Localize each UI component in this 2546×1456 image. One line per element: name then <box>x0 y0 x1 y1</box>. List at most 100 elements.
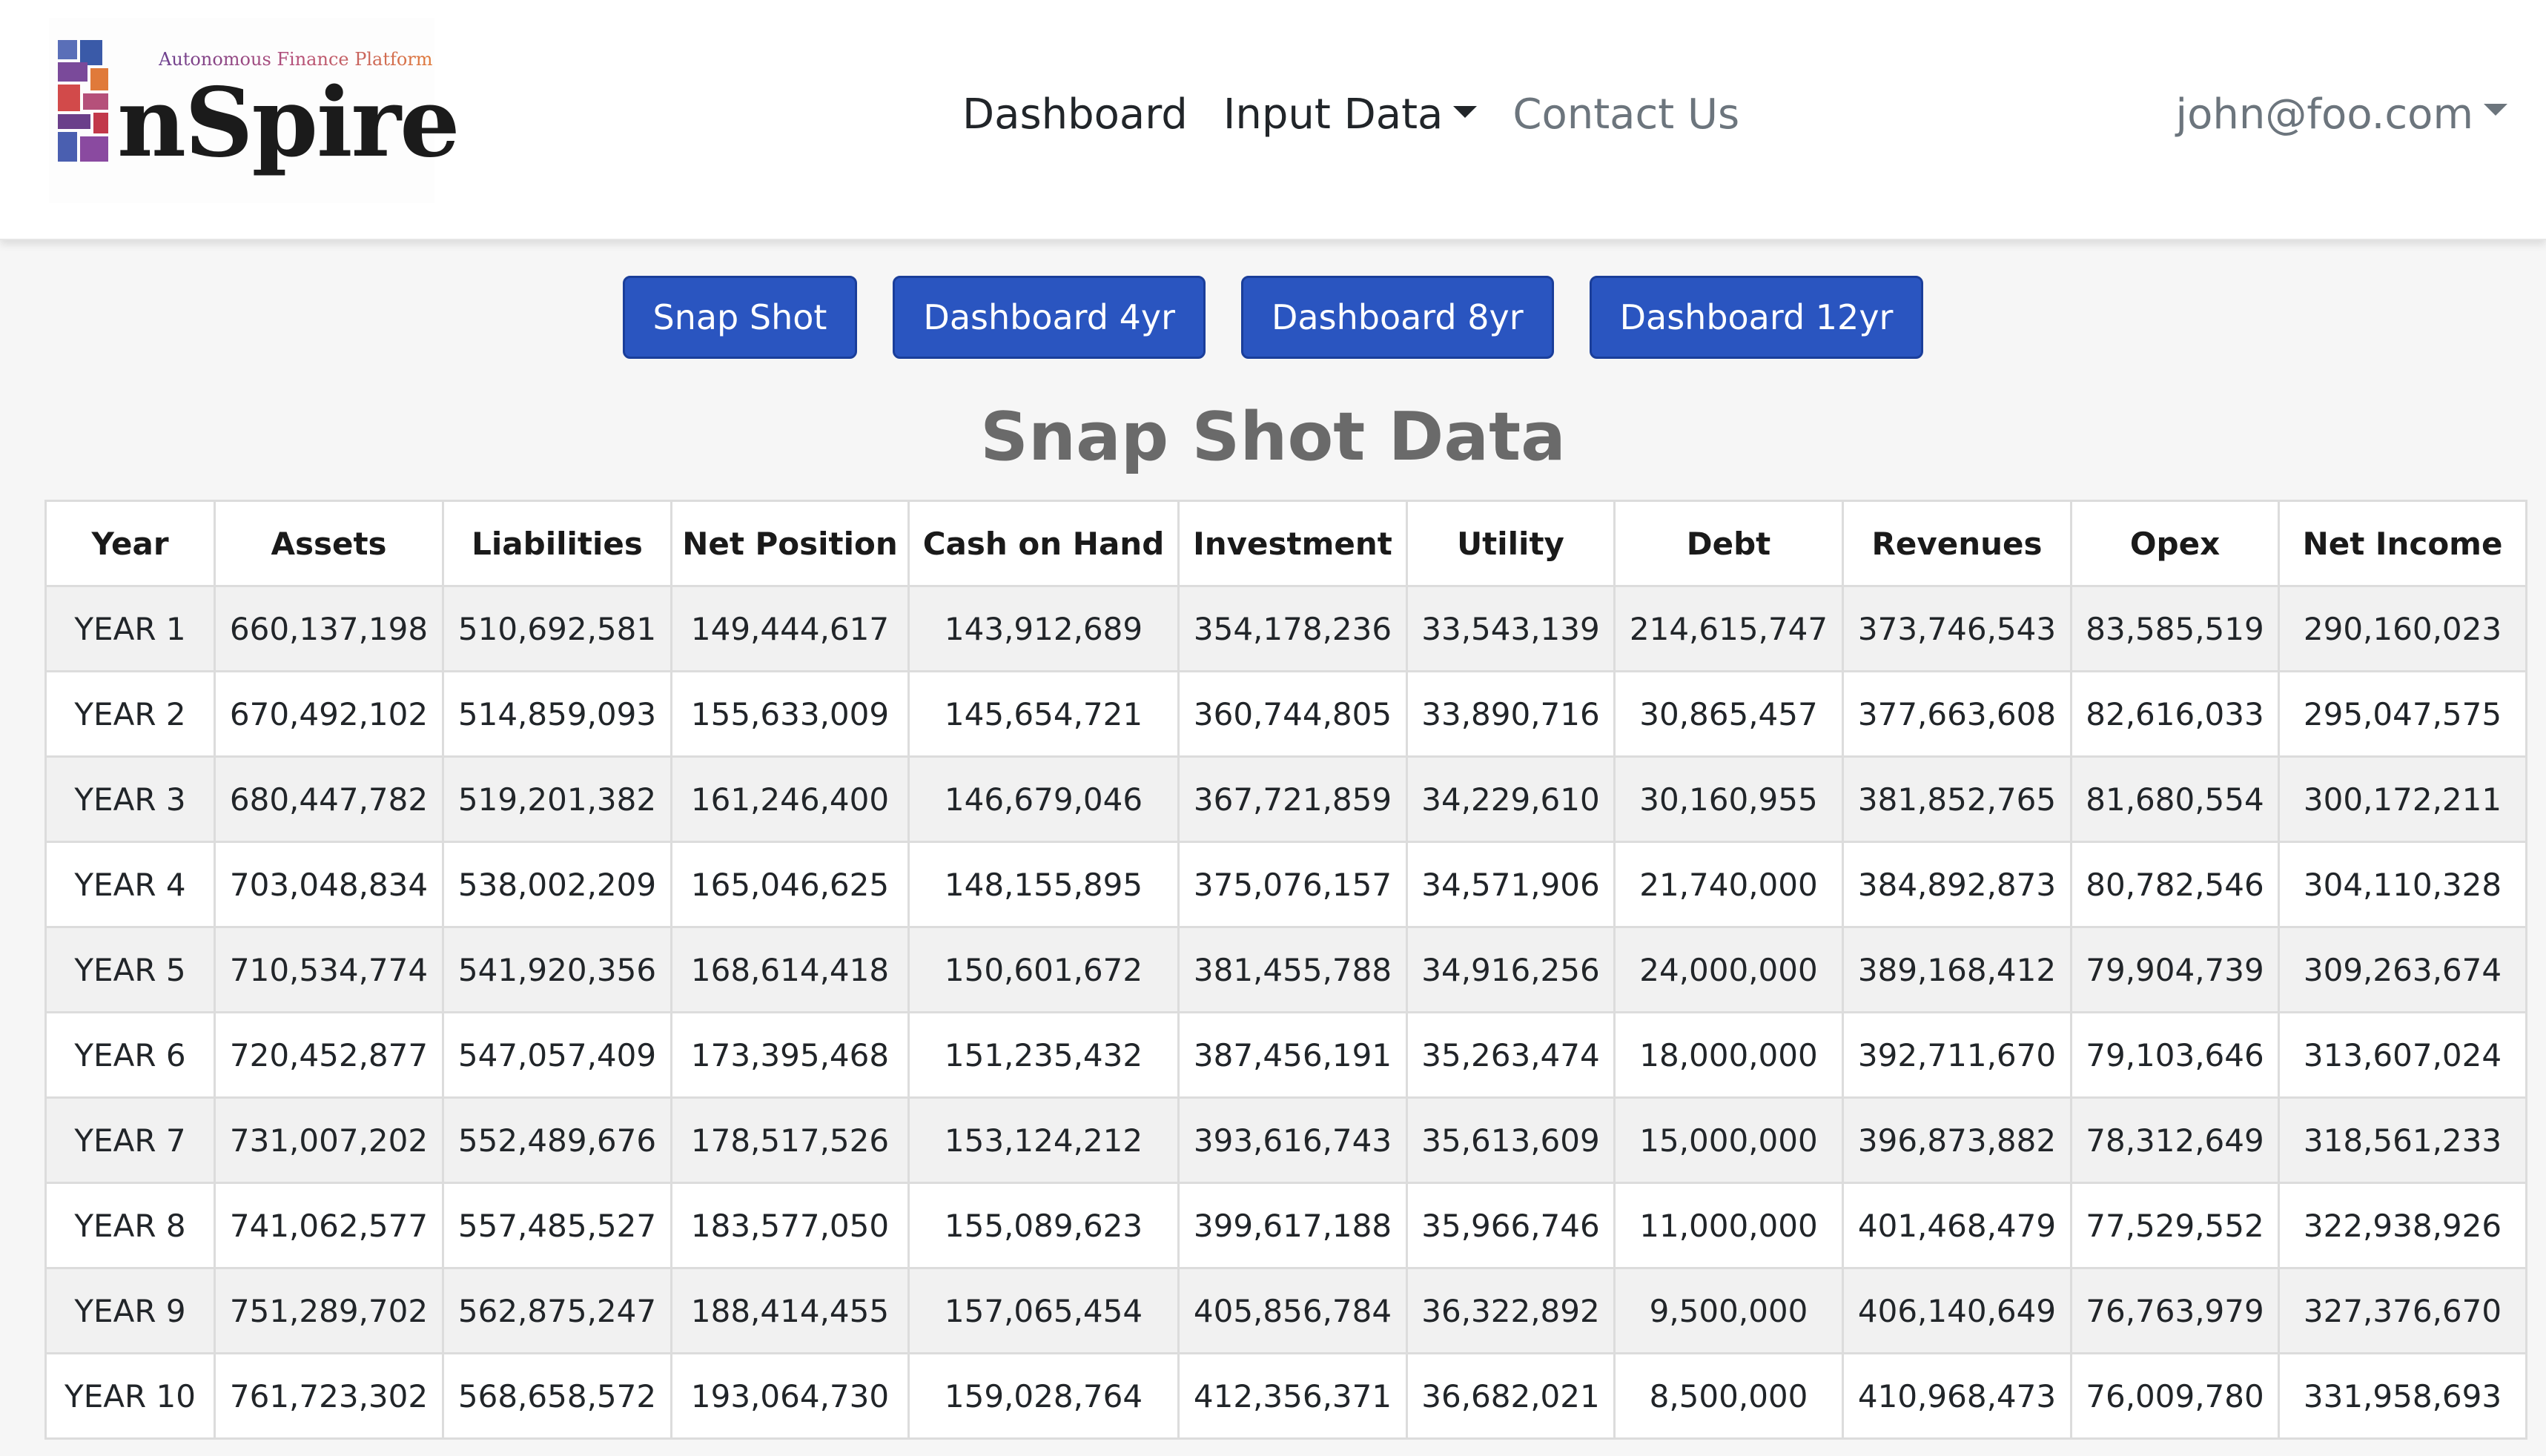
table-cell: 76,763,979 <box>2070 1267 2280 1354</box>
table-cell: 78,312,649 <box>2070 1096 2280 1184</box>
column-header-investment[interactable]: Investment <box>1177 500 1408 587</box>
table-cell: 384,892,873 <box>1842 841 2072 928</box>
view-button-group: Snap Shot Dashboard 4yr Dashboard 8yr Da… <box>0 276 2546 359</box>
table-cell: 405,856,784 <box>1177 1267 1408 1354</box>
table-cell: 510,692,581 <box>442 585 672 672</box>
table-cell: 412,356,371 <box>1177 1352 1408 1440</box>
table-cell: 143,912,689 <box>907 585 1180 672</box>
table-cell: 150,601,672 <box>907 926 1180 1013</box>
table-cell: 155,089,623 <box>907 1182 1180 1269</box>
table-cell: 710,534,774 <box>214 926 444 1013</box>
table-cell: 393,616,743 <box>1177 1096 1408 1184</box>
dashboard-12yr-button[interactable]: Dashboard 12yr <box>1589 276 1924 359</box>
column-header-opex[interactable]: Opex <box>2070 500 2280 587</box>
table-cell: 157,065,454 <box>907 1267 1180 1354</box>
table-cell: 36,682,021 <box>1406 1352 1616 1440</box>
table-cell: 360,744,805 <box>1177 670 1408 758</box>
table-cell: 183,577,050 <box>670 1182 910 1269</box>
table-cell: 80,782,546 <box>2070 841 2280 928</box>
table-cell: 541,920,356 <box>442 926 672 1013</box>
table-row: YEAR 3 680,447,782 519,201,382 161,246,400 1… <box>44 755 2527 843</box>
user-menu-dropdown[interactable]: john@foo.com <box>2176 87 2507 141</box>
table-cell: 35,613,609 <box>1406 1096 1616 1184</box>
table-cell: 151,235,432 <box>907 1011 1180 1099</box>
nav-input-data-label: Input Data <box>1223 90 1444 139</box>
table-cell: 392,711,670 <box>1842 1011 2072 1099</box>
table-cell: 35,966,746 <box>1406 1182 1616 1269</box>
table-cell: 377,663,608 <box>1842 670 2072 758</box>
table-cell: 381,455,788 <box>1177 926 1408 1013</box>
table-cell: 381,852,765 <box>1842 755 2072 843</box>
table-cell: 159,028,764 <box>907 1352 1180 1440</box>
table-cell: 731,007,202 <box>214 1096 444 1184</box>
brand-logo[interactable]: Autonomous Finance Platform nSpire <box>49 18 460 203</box>
table-cell: 399,617,188 <box>1177 1182 1408 1269</box>
dashboard-4yr-button[interactable]: Dashboard 4yr <box>893 276 1206 359</box>
table-cell: 367,721,859 <box>1177 755 1408 843</box>
nav-input-data-dropdown[interactable]: Input Data <box>1223 90 1478 139</box>
snapshot-table-container: Year Assets Liabilities Net Position Cash on… <box>44 500 2527 1440</box>
table-cell: 354,178,236 <box>1177 585 1408 672</box>
table-header: Year Assets Liabilities Net Position Cash on… <box>44 500 2527 587</box>
table-row: YEAR 8 741,062,577 557,485,527 183,577,050 1… <box>44 1182 2527 1269</box>
table-cell: 35,263,474 <box>1406 1011 1616 1099</box>
chevron-down-icon <box>2484 104 2507 116</box>
year-cell: YEAR 8 <box>44 1182 216 1269</box>
logo-mosaic-icon <box>58 40 108 162</box>
table-cell: 660,137,198 <box>214 585 444 672</box>
snap-shot-button[interactable]: Snap Shot <box>622 276 858 359</box>
main-nav: Dashboard Input Data Contact Us <box>962 87 1739 141</box>
dashboard-8yr-button[interactable]: Dashboard 8yr <box>1241 276 1554 359</box>
year-cell: YEAR 2 <box>44 670 216 758</box>
table-cell: 514,859,093 <box>442 670 672 758</box>
table-cell: 82,616,033 <box>2070 670 2280 758</box>
table-cell: 34,916,256 <box>1406 926 1616 1013</box>
column-header-liabilities[interactable]: Liabilities <box>442 500 672 587</box>
table-cell: 146,679,046 <box>907 755 1180 843</box>
table-cell: 18,000,000 <box>1613 1011 1844 1099</box>
column-header-utility[interactable]: Utility <box>1406 500 1616 587</box>
table-cell: 33,543,139 <box>1406 585 1616 672</box>
table-cell: 331,958,693 <box>2278 1352 2527 1440</box>
table-cell: 149,444,617 <box>670 585 910 672</box>
table-header-row: Year Assets Liabilities Net Position Cash on… <box>44 500 2527 587</box>
table-cell: 34,571,906 <box>1406 841 1616 928</box>
column-header-cash-on-hand[interactable]: Cash on Hand <box>907 500 1180 587</box>
table-cell: 30,160,955 <box>1613 755 1844 843</box>
table-cell: 552,489,676 <box>442 1096 672 1184</box>
column-header-net-position[interactable]: Net Position <box>670 500 910 587</box>
column-header-revenues[interactable]: Revenues <box>1842 500 2072 587</box>
table-cell: 670,492,102 <box>214 670 444 758</box>
table-cell: 168,614,418 <box>670 926 910 1013</box>
nav-contact-us[interactable]: Contact Us <box>1512 90 1739 139</box>
table-row: YEAR 6 720,452,877 547,057,409 173,395,468 1… <box>44 1011 2527 1099</box>
table-cell: 387,456,191 <box>1177 1011 1408 1099</box>
table-cell: 290,160,023 <box>2278 585 2527 672</box>
table-cell: 188,414,455 <box>670 1267 910 1354</box>
table-cell: 161,246,400 <box>670 755 910 843</box>
table-cell: 568,658,572 <box>442 1352 672 1440</box>
table-cell: 34,229,610 <box>1406 755 1616 843</box>
table-cell: 396,873,882 <box>1842 1096 2072 1184</box>
table-cell: 77,529,552 <box>2070 1182 2280 1269</box>
table-cell: 375,076,157 <box>1177 841 1408 928</box>
year-cell: YEAR 1 <box>44 585 216 672</box>
table-cell: 153,124,212 <box>907 1096 1180 1184</box>
column-header-assets[interactable]: Assets <box>214 500 444 587</box>
table-cell: 304,110,328 <box>2278 841 2527 928</box>
year-cell: YEAR 3 <box>44 755 216 843</box>
table-cell: 79,103,646 <box>2070 1011 2280 1099</box>
table-cell: 36,322,892 <box>1406 1267 1616 1354</box>
table-cell: 318,561,233 <box>2278 1096 2527 1184</box>
table-row: YEAR 4 703,048,834 538,002,209 165,046,625 1… <box>44 841 2527 928</box>
table-cell: 21,740,000 <box>1613 841 1844 928</box>
year-cell: YEAR 6 <box>44 1011 216 1099</box>
table-cell: 30,865,457 <box>1613 670 1844 758</box>
column-header-net-income[interactable]: Net Income <box>2278 500 2527 587</box>
year-cell: YEAR 10 <box>44 1352 216 1440</box>
table-cell: 24,000,000 <box>1613 926 1844 1013</box>
column-header-year[interactable]: Year <box>44 500 216 587</box>
column-header-debt[interactable]: Debt <box>1613 500 1844 587</box>
nav-dashboard[interactable]: Dashboard <box>962 90 1188 139</box>
page-title: Snap Shot Data <box>980 398 1566 476</box>
